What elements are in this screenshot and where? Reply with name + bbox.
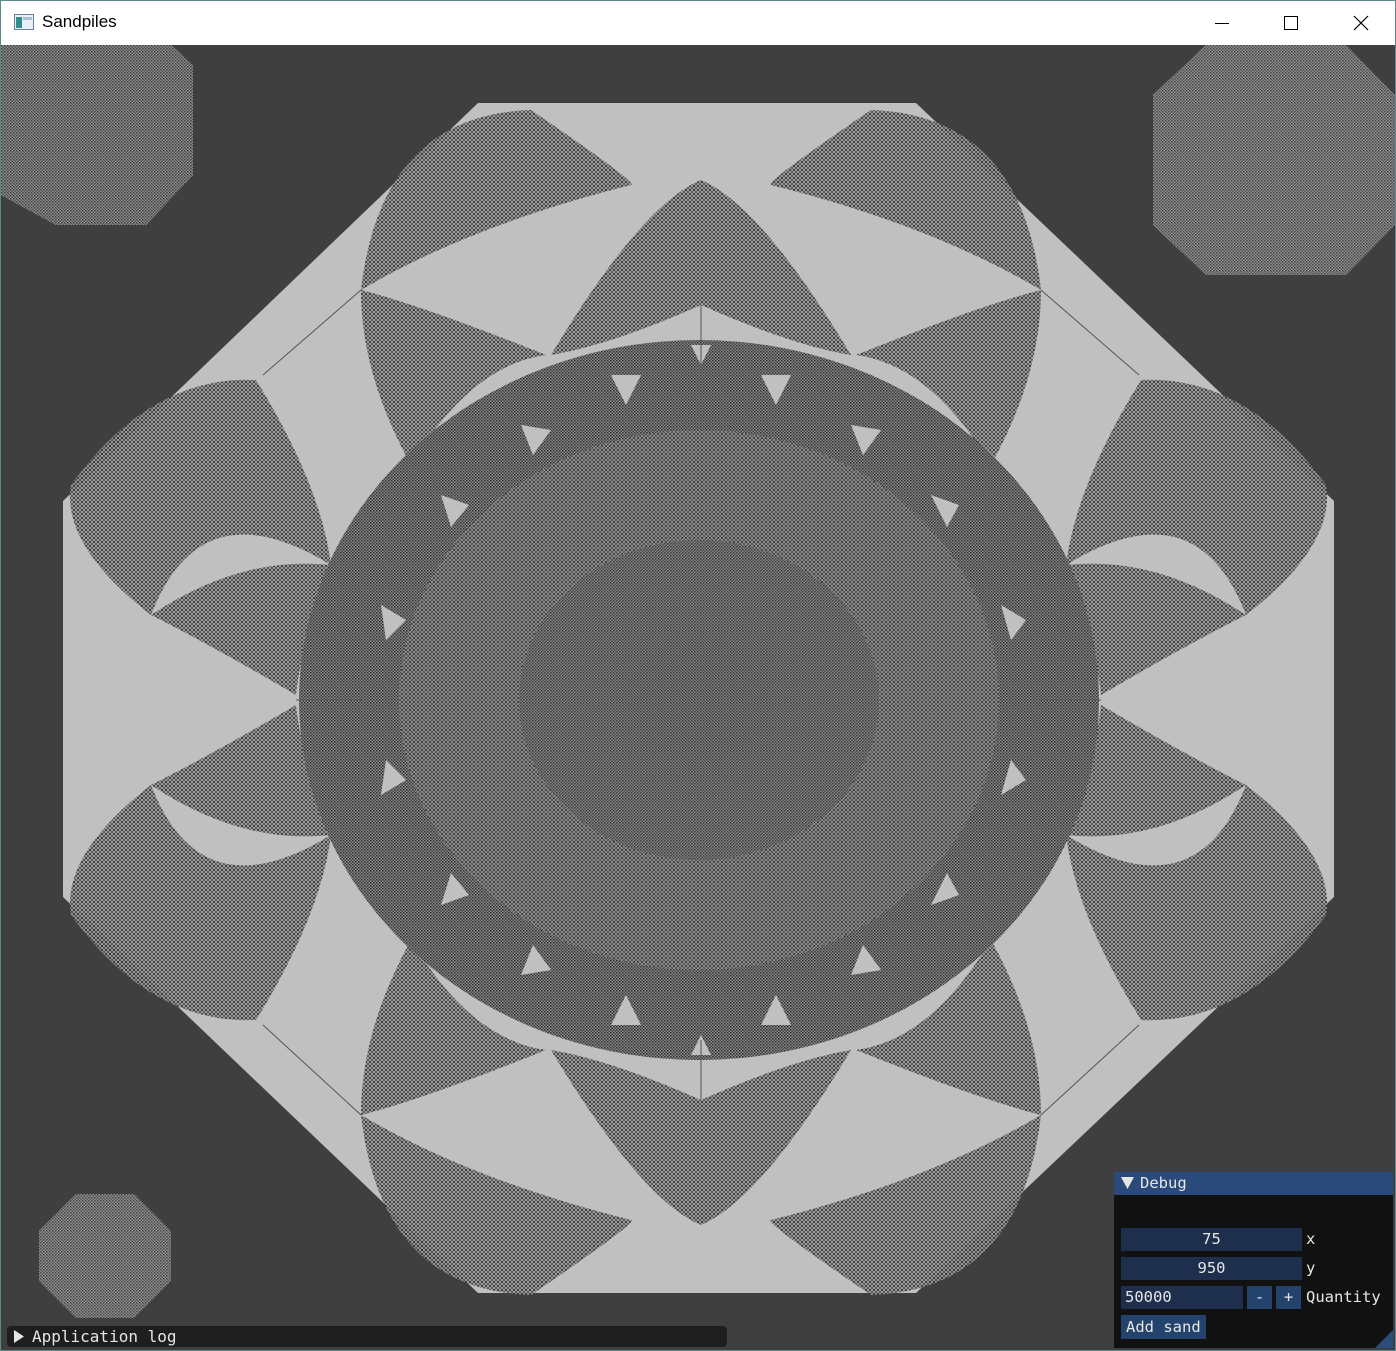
minimize-button[interactable]	[1187, 1, 1257, 45]
y-label: y	[1306, 1259, 1316, 1277]
quantity-input[interactable]: 50000	[1121, 1286, 1243, 1309]
sandpile-bottom-left	[39, 1194, 171, 1318]
sandpile-top-right	[1153, 45, 1395, 275]
resize-grip-icon[interactable]	[1375, 1330, 1393, 1348]
collapse-arrow-icon[interactable]	[1121, 1177, 1134, 1189]
add-sand-button[interactable]: Add sand	[1121, 1315, 1206, 1339]
debug-panel-title: Debug	[1140, 1174, 1187, 1192]
quantity-label: Quantity	[1306, 1288, 1381, 1306]
app-icon	[14, 14, 34, 30]
quantity-increment-button[interactable]: +	[1276, 1286, 1301, 1309]
sandpile-canvas[interactable]	[1, 45, 1395, 1350]
application-log-header[interactable]: Application log	[7, 1326, 727, 1347]
sandpile-main	[63, 103, 1334, 1295]
x-label: x	[1306, 1230, 1316, 1248]
sandpile-top-left	[1, 45, 193, 225]
title-bar[interactable]: Sandpiles	[1, 1, 1395, 45]
minimize-icon	[1215, 23, 1229, 24]
debug-panel-title-bar[interactable]: Debug	[1114, 1172, 1393, 1195]
x-input[interactable]: 75	[1121, 1228, 1302, 1251]
close-icon	[1353, 15, 1369, 31]
y-input[interactable]: 950	[1121, 1257, 1302, 1280]
application-window: Sandpiles Application log Debug 75 x 950…	[0, 0, 1396, 1351]
maximize-button[interactable]	[1256, 1, 1326, 45]
close-button[interactable]	[1326, 1, 1395, 45]
quantity-decrement-button[interactable]: -	[1247, 1286, 1272, 1309]
debug-panel: Debug 75 x 950 y 50000 - + Quantity Add …	[1113, 1171, 1394, 1349]
maximize-icon	[1284, 16, 1298, 30]
application-log-label: Application log	[32, 1327, 177, 1346]
expand-arrow-icon	[14, 1330, 24, 1343]
window-title: Sandpiles	[42, 12, 117, 31]
